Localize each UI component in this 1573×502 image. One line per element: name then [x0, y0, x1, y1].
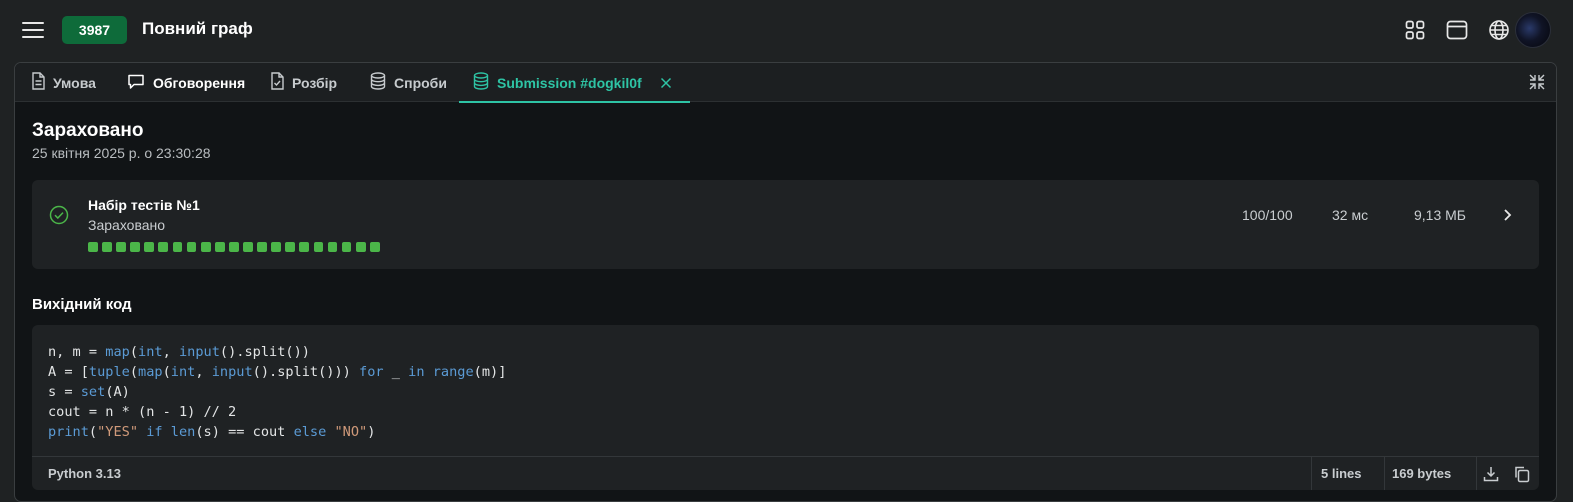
- source-code-heading: Вихідний код: [32, 296, 132, 313]
- window-icon[interactable]: [1443, 16, 1471, 44]
- code-lines-count: 5 lines: [1321, 466, 1362, 481]
- divider: [1384, 457, 1385, 490]
- download-icon[interactable]: [1482, 465, 1500, 483]
- test-result-box[interactable]: [116, 242, 126, 252]
- testset-status: Зараховано: [88, 217, 166, 233]
- divider: [1311, 457, 1312, 490]
- testset-time: 32 мс: [1332, 207, 1369, 223]
- database-icon: [370, 72, 386, 93]
- divider: [1476, 457, 1477, 490]
- submission-panel: Умова Обговорення Розбір Спроби Submissi…: [14, 62, 1557, 502]
- chevron-right-icon[interactable]: [1500, 207, 1514, 223]
- checklist-doc-icon: [270, 72, 284, 93]
- test-result-box[interactable]: [172, 242, 183, 252]
- tab-editorial[interactable]: Розбір: [270, 63, 337, 102]
- test-result-box[interactable]: [228, 242, 239, 252]
- close-icon[interactable]: [660, 77, 672, 89]
- test-result-box[interactable]: [271, 242, 282, 252]
- testset-score: 100/100: [1242, 207, 1293, 223]
- tab-label: Submission #dogkil0f: [497, 74, 642, 91]
- code-size: 169 bytes: [1392, 466, 1452, 481]
- test-result-box[interactable]: [130, 242, 141, 252]
- test-result-box[interactable]: [158, 242, 169, 252]
- user-avatar[interactable]: [1515, 12, 1551, 48]
- test-result-box[interactable]: [355, 242, 366, 252]
- tab-label: Спроби: [394, 74, 447, 91]
- test-result-box[interactable]: [186, 242, 197, 252]
- document-icon: [31, 72, 45, 93]
- tab-submission[interactable]: Submission #dogkil0f: [459, 63, 690, 103]
- test-result-box[interactable]: [257, 242, 267, 252]
- menu-icon[interactable]: [22, 20, 44, 40]
- source-code: n, m = map(int, input().split()) A = [tu…: [48, 344, 507, 440]
- testset-name: Набір тестів №1: [88, 197, 200, 213]
- tab-bar: Умова Обговорення Розбір Спроби Submissi…: [15, 63, 1556, 103]
- test-result-box[interactable]: [243, 242, 253, 252]
- tab-attempts[interactable]: Спроби: [370, 63, 447, 102]
- tab-label: Умова: [53, 74, 96, 91]
- testset-memory: 9,13 МБ: [1414, 207, 1466, 223]
- database-icon: [473, 72, 489, 93]
- test-result-box[interactable]: [214, 242, 225, 252]
- copy-icon[interactable]: [1513, 465, 1531, 483]
- page-title: Повний граф: [142, 19, 253, 38]
- test-result-box[interactable]: [102, 242, 112, 252]
- apps-grid-icon[interactable]: [1401, 16, 1429, 44]
- test-results-strip: [88, 242, 380, 252]
- collapse-icon[interactable]: [1528, 73, 1546, 91]
- test-result-box[interactable]: [88, 242, 98, 252]
- check-circle-icon: [49, 205, 69, 225]
- code-footer: Python 3.13 5 lines 169 bytes: [32, 456, 1539, 490]
- submission-status: Зараховано: [32, 120, 144, 141]
- problem-id-badge[interactable]: 3987: [62, 16, 127, 44]
- submission-date: 25 квітня 2025 р. о 23:30:28: [32, 145, 211, 161]
- test-result-box[interactable]: [200, 242, 211, 252]
- test-result-box[interactable]: [341, 242, 352, 252]
- test-result-box[interactable]: [327, 242, 338, 252]
- chat-bubble-icon: [127, 73, 145, 93]
- tab-label: Розбір: [292, 74, 338, 91]
- testset-row[interactable]: Набір тестів №1 Зараховано 100/100 32 мс…: [32, 180, 1539, 269]
- source-code-block: n, m = map(int, input().split()) A = [tu…: [32, 325, 1539, 490]
- code-language: Python 3.13: [48, 466, 121, 481]
- test-result-box[interactable]: [313, 242, 324, 252]
- test-result-box[interactable]: [369, 242, 380, 252]
- tab-label: Обговорення: [153, 74, 246, 91]
- top-bar: 3987 Повний граф: [0, 0, 1573, 60]
- tab-statement[interactable]: Умова: [31, 63, 96, 102]
- test-result-box[interactable]: [285, 242, 296, 252]
- tab-discussion[interactable]: Обговорення: [127, 63, 245, 102]
- globe-icon[interactable]: [1485, 16, 1513, 44]
- test-result-box[interactable]: [144, 242, 155, 252]
- test-result-box[interactable]: [299, 242, 310, 252]
